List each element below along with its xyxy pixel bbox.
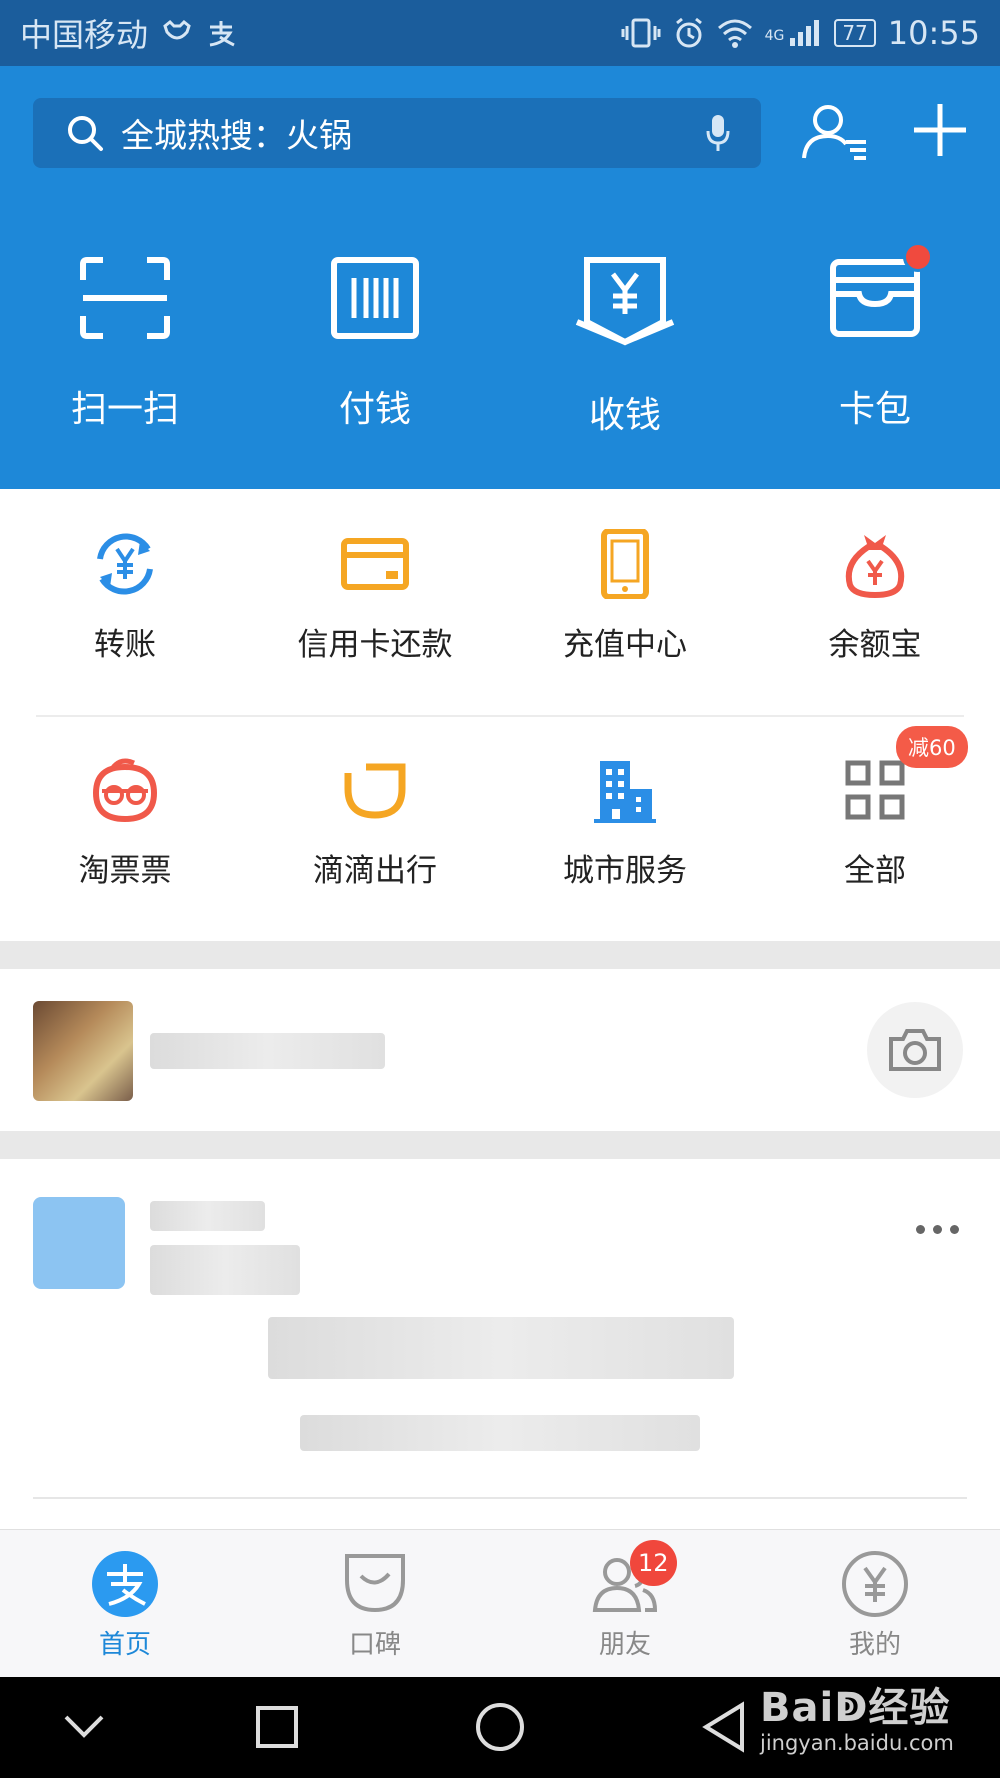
search-icon xyxy=(68,116,103,151)
blurred-title xyxy=(150,1201,265,1231)
more-options-icon[interactable] xyxy=(916,1225,959,1234)
notification-dot xyxy=(903,242,933,272)
clock: 10:55 xyxy=(887,14,980,52)
camera-icon xyxy=(889,1029,941,1071)
topup-center-button[interactable]: 充值中心 xyxy=(500,489,750,715)
service-grid: 转账 信用卡还款 充值中心 余额宝 淘票票 滴滴出行 城市服务 全部 减60 xyxy=(0,489,1000,941)
card-divider xyxy=(33,1497,967,1499)
pay-button[interactable]: 付钱 xyxy=(250,256,500,438)
topup-label: 充值中心 xyxy=(563,627,687,663)
city-services-button[interactable]: 城市服务 xyxy=(500,715,750,941)
transfer-label: 转账 xyxy=(94,627,156,663)
carrier-label: 中国移动 xyxy=(20,16,149,54)
yuebao-button[interactable]: 余额宝 xyxy=(750,489,1000,715)
camera-button[interactable] xyxy=(867,1002,963,1098)
tab-mine-label: 我的 xyxy=(848,1630,901,1660)
vibrate-icon xyxy=(621,18,661,48)
watermark-main: Baiↁ经验 xyxy=(760,1685,951,1731)
back-triangle-icon[interactable] xyxy=(702,1701,748,1753)
card-wallet-label: 卡包 xyxy=(838,389,911,430)
alipay-home-icon xyxy=(92,1551,158,1617)
signal-icon xyxy=(790,20,820,46)
status-left: 中国移动 xyxy=(20,10,236,56)
grid-all-icon xyxy=(845,760,905,820)
taopiaopiao-icon xyxy=(92,758,158,823)
chevron-down-icon[interactable] xyxy=(62,1709,106,1745)
pay-label: 付钱 xyxy=(338,389,411,430)
credit-card-icon xyxy=(341,538,409,590)
top-actions: 扫一扫 付钱 收钱 卡包 xyxy=(0,256,1000,438)
blurred-subtitle xyxy=(150,1245,300,1295)
didi-icon xyxy=(344,759,406,819)
search-placeholder: 全城热搜：火锅 xyxy=(121,116,352,155)
discount-badge: 减60 xyxy=(896,726,968,768)
alarm-icon xyxy=(675,17,702,48)
tab-mine[interactable]: 我的 xyxy=(750,1530,1000,1677)
service-row-1: 转账 信用卡还款 充值中心 余额宝 xyxy=(0,489,1000,715)
alipay-notification-icon xyxy=(209,21,235,47)
blurred-body xyxy=(268,1317,734,1379)
didi-button[interactable]: 滴滴出行 xyxy=(250,715,500,941)
receive-money-icon xyxy=(575,257,675,346)
scan-label: 扫一扫 xyxy=(70,389,179,430)
battery-indicator: 77 xyxy=(834,19,876,47)
tab-koubei-label: 口碑 xyxy=(348,1630,401,1660)
section-gap xyxy=(0,1131,1000,1159)
taopiaopiao-label: 淘票票 xyxy=(78,853,172,889)
transfer-icon xyxy=(97,533,153,595)
section-gap xyxy=(0,941,1000,969)
scan-button[interactable]: 扫一扫 xyxy=(0,256,250,438)
transfer-button[interactable]: 转账 xyxy=(0,489,250,715)
header: 全城热搜：火锅 扫一扫 付钱 收钱 卡包 xyxy=(0,66,1000,489)
service-row-2: 淘票票 滴滴出行 城市服务 全部 xyxy=(0,715,1000,941)
credit-card-repay-button[interactable]: 信用卡还款 xyxy=(250,489,500,715)
tab-koubei[interactable]: 口碑 xyxy=(250,1530,500,1677)
plus-icon[interactable] xyxy=(912,102,968,158)
watermark-sub: jingyan.baidu.com xyxy=(760,1731,954,1755)
card-wallet-icon xyxy=(830,259,920,337)
receive-label: 收钱 xyxy=(588,395,661,436)
koubei-icon xyxy=(345,1554,405,1613)
money-bag-icon xyxy=(845,535,905,599)
card-wallet-button[interactable]: 卡包 xyxy=(750,256,1000,438)
app-icon xyxy=(33,1197,125,1289)
feed-card-status[interactable] xyxy=(0,969,1000,1131)
network-type: 4G xyxy=(764,28,785,44)
feed-card-message[interactable] xyxy=(0,1159,1000,1529)
taopiaopiao-button[interactable]: 淘票票 xyxy=(0,715,250,941)
microphone-icon[interactable] xyxy=(705,113,731,153)
baidu-watermark: Baiↁ经验 jingyan.baidu.com xyxy=(760,1675,954,1755)
tab-friends[interactable]: 朋友 12 xyxy=(500,1530,750,1677)
city-building-icon xyxy=(594,761,656,823)
recent-apps-icon[interactable] xyxy=(255,1705,299,1749)
home-circle-icon[interactable] xyxy=(474,1701,526,1753)
yuan-circle-icon xyxy=(842,1551,908,1617)
tab-home-label: 首页 xyxy=(98,1630,151,1660)
friends-badge: 12 xyxy=(630,1540,677,1586)
blurred-body xyxy=(300,1415,700,1451)
tab-friends-label: 朋友 xyxy=(598,1630,651,1660)
barcode-icon xyxy=(331,257,419,339)
didi-label: 滴滴出行 xyxy=(313,853,437,889)
city-services-label: 城市服务 xyxy=(563,853,687,889)
receive-button[interactable]: 收钱 xyxy=(500,256,750,438)
yuebao-label: 余额宝 xyxy=(828,627,922,663)
avatar[interactable] xyxy=(33,1001,133,1101)
status-right: 4G 77 10:55 xyxy=(621,14,980,52)
credit-card-label: 信用卡还款 xyxy=(297,627,453,663)
all-services-label: 全部 xyxy=(844,853,906,889)
contacts-icon[interactable] xyxy=(800,102,870,162)
status-bar: 中国移动 4G 77 10:55 xyxy=(0,0,1000,66)
search-bar[interactable]: 全城热搜：火锅 xyxy=(33,98,761,168)
wifi-icon xyxy=(717,19,752,48)
blurred-text xyxy=(150,1033,385,1069)
phone-topup-icon xyxy=(601,529,649,599)
tab-bar: 首页 口碑 朋友 12 我的 xyxy=(0,1529,1000,1677)
tab-home[interactable]: 首页 xyxy=(0,1530,250,1677)
scan-icon xyxy=(80,257,170,339)
app-notification-icon xyxy=(163,20,191,40)
